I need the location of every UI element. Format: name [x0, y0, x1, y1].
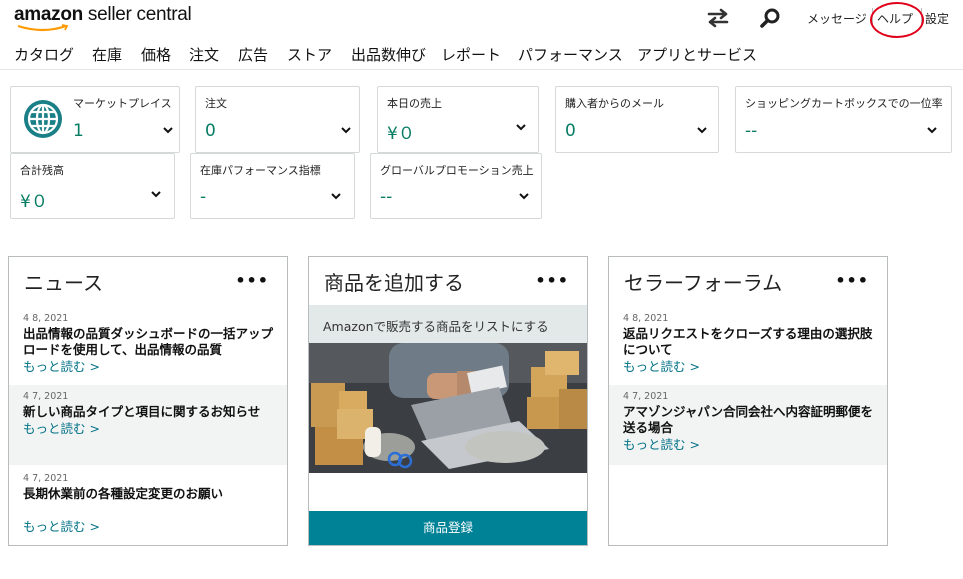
chevron-down-icon[interactable] — [927, 125, 937, 135]
add-product-card: 商品を追加する ••• Amazonで販売する商品をリストにする 商品登録 — [308, 256, 588, 546]
tile-inventory-performance[interactable]: 在庫パフォーマンス指標 - — [190, 153, 355, 219]
tile-value: 0 — [205, 121, 216, 141]
read-more-link[interactable]: もっと読む > — [623, 436, 873, 454]
card-title: ニュース — [24, 271, 103, 295]
more-options-icon[interactable]: ••• — [835, 271, 869, 290]
news-date: 4 8, 2021 — [23, 313, 69, 324]
tile-label: ショッピングカートボックスでの一位率 — [745, 97, 943, 110]
settings-link[interactable]: 設定 — [925, 10, 949, 27]
help-highlight-annotation — [870, 2, 924, 38]
tile-global-promotion-sales[interactable]: グローバルプロモーション売上 -- — [370, 153, 542, 219]
news-title[interactable]: 新しい商品タイプと項目に関するお知らせ — [23, 404, 273, 420]
nav-performance[interactable]: パフォーマンス — [518, 44, 623, 65]
tile-total-balance[interactable]: 合計残高 ¥０ — [10, 153, 175, 219]
nav-inventory[interactable]: 在庫 — [92, 44, 122, 65]
news-item: 4 8, 2021 出品情報の品質ダッシュボードの一括アップロードを使用して、出… — [9, 311, 287, 383]
news-item: 4 7, 2021 新しい商品タイプと項目に関するお知らせ もっと読む > — [9, 385, 287, 465]
read-more-link[interactable]: もっと読む > — [623, 358, 873, 376]
tile-label: 注文 — [205, 97, 227, 110]
tile-buybox-rate[interactable]: ショッピングカートボックスでの一位率 -- — [735, 86, 952, 153]
nav-catalog[interactable]: カタログ — [14, 44, 74, 65]
tile-value: ¥０ — [387, 124, 415, 144]
news-date: 4 7, 2021 — [23, 391, 69, 402]
product-listing-photo — [309, 343, 587, 473]
tile-todays-sales[interactable]: 本日の売上 ¥０ — [377, 86, 539, 153]
nav-growth[interactable]: 出品数伸び — [351, 44, 426, 65]
tile-label: マーケットプレイス — [73, 97, 172, 110]
news-title[interactable]: 長期休業前の各種設定変更のお願い — [23, 486, 273, 502]
card-title: 商品を追加する — [324, 271, 464, 295]
news-date: 4 7, 2021 — [23, 473, 69, 484]
logo-brand: amazon — [14, 4, 83, 25]
seller-forum-card: セラーフォーラム ••• 4 8, 2021 返品リクエストをクローズする理由の… — [608, 256, 888, 546]
read-more-link[interactable]: もっと読む > — [23, 358, 273, 376]
add-product-banner: Amazonで販売する商品をリストにする — [309, 305, 587, 343]
more-options-icon[interactable]: ••• — [235, 271, 269, 290]
tile-label: 本日の売上 — [387, 97, 442, 110]
logo-product: seller central — [82, 4, 192, 25]
nav-orders[interactable]: 注文 — [189, 44, 219, 65]
tile-value: 1 — [73, 121, 84, 141]
top-bar: amazon seller central メッセージ ヘルプ 設定 — [0, 0, 963, 38]
tile-label: 在庫パフォーマンス指標 — [200, 164, 321, 177]
tile-orders[interactable]: 注文 0 — [195, 86, 360, 153]
nav-apps-services[interactable]: アプリとサービス — [637, 44, 757, 65]
messages-link[interactable]: メッセージ — [807, 10, 867, 27]
chevron-down-icon[interactable] — [163, 125, 173, 135]
card-title: セラーフォーラム — [624, 271, 783, 295]
tile-marketplace[interactable]: マーケットプレイス 1 — [10, 86, 180, 153]
news-card: ニュース ••• 4 8, 2021 出品情報の品質ダッシュボードの一括アップロ… — [8, 256, 288, 546]
logo-smile-icon — [17, 24, 69, 32]
tile-value: -- — [380, 187, 393, 207]
forum-date: 4 8, 2021 — [623, 313, 669, 324]
tile-label: 購入者からのメール — [565, 97, 664, 110]
read-more-link[interactable]: もっと読む > — [23, 518, 273, 536]
more-options-icon[interactable]: ••• — [535, 271, 569, 290]
chevron-down-icon[interactable] — [331, 191, 341, 201]
chevron-down-icon[interactable] — [516, 122, 526, 132]
forum-title[interactable]: 返品リクエストをクローズする理由の選択肢について — [623, 326, 873, 358]
nav-reports[interactable]: レポート — [441, 44, 501, 65]
nav-advertising[interactable]: 広告 — [238, 44, 268, 65]
forum-date: 4 7, 2021 — [623, 391, 669, 402]
tile-label: 合計残高 — [20, 164, 64, 177]
switch-accounts-icon[interactable] — [706, 7, 730, 29]
list-product-button[interactable]: 商品登録 — [309, 511, 587, 545]
main-nav: カタログ 在庫 価格 注文 広告 ストア 出品数伸び レポート パフォーマンス … — [0, 40, 963, 70]
tile-value: ¥０ — [20, 192, 48, 212]
chevron-down-icon[interactable] — [151, 189, 161, 199]
tile-value: - — [200, 187, 207, 207]
search-icon[interactable] — [759, 7, 783, 29]
forum-item: 4 8, 2021 返品リクエストをクローズする理由の選択肢について もっと読む… — [609, 311, 887, 383]
nav-stores[interactable]: ストア — [287, 44, 332, 65]
read-more-link[interactable]: もっと読む > — [23, 420, 273, 438]
news-item: 4 7, 2021 長期休業前の各種設定変更のお願い もっと読む > — [9, 467, 287, 543]
tile-buyer-messages[interactable]: 購入者からのメール 0 — [555, 86, 719, 153]
amazon-seller-central-logo[interactable]: amazon seller central — [14, 4, 192, 32]
globe-icon — [24, 100, 62, 138]
nav-pricing[interactable]: 価格 — [141, 44, 171, 65]
news-title[interactable]: 出品情報の品質ダッシュボードの一括アップロードを使用して、出品情報の品質 — [23, 326, 273, 358]
tile-value: 0 — [565, 121, 576, 141]
tile-value: -- — [745, 121, 758, 141]
chevron-down-icon[interactable] — [341, 125, 351, 135]
tile-label: グローバルプロモーション売上 — [380, 164, 534, 177]
chevron-down-icon[interactable] — [697, 125, 707, 135]
chevron-down-icon[interactable] — [519, 191, 529, 201]
forum-title[interactable]: アマゾンジャパン合同会社へ内容証明郵便を送る場合 — [623, 404, 873, 436]
forum-item: 4 7, 2021 アマゾンジャパン合同会社へ内容証明郵便を送る場合 もっと読む… — [609, 385, 887, 465]
